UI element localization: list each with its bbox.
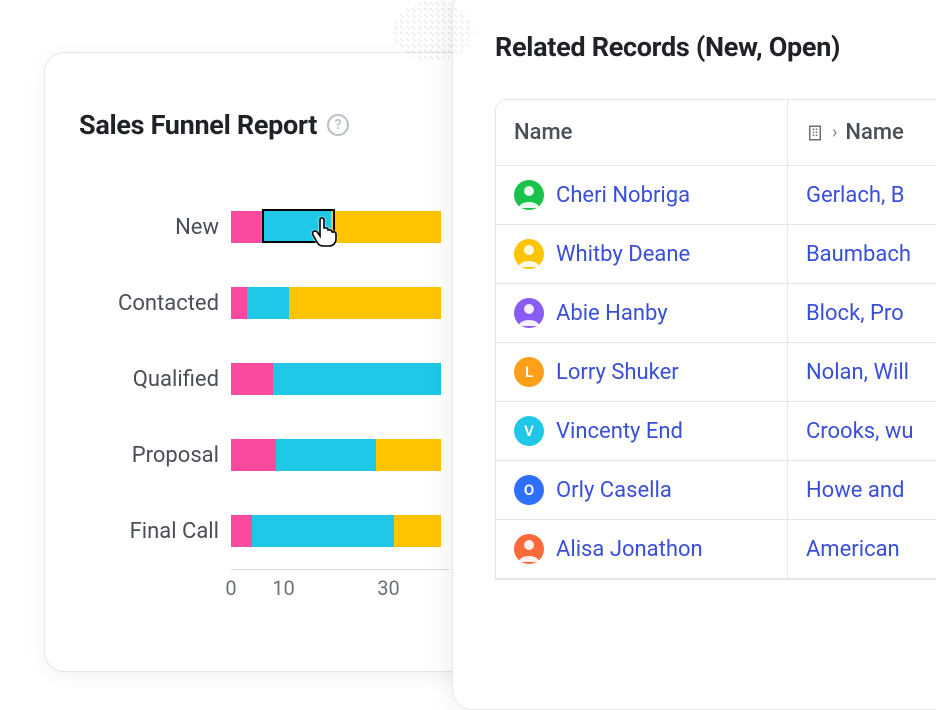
chevron-right-icon: › [832, 122, 837, 143]
chart-row-label: Contacted [79, 291, 219, 316]
chart-bar[interactable] [231, 439, 441, 471]
person-cell[interactable]: Whitby Deane [496, 225, 787, 284]
person-link[interactable]: Cheri Nobriga [556, 183, 690, 208]
company-link[interactable]: Block, Pro [806, 301, 904, 326]
chart-bar[interactable] [231, 211, 441, 243]
chart-segment-pink[interactable] [231, 363, 273, 395]
person-cell[interactable]: Alisa Jonathon [496, 520, 787, 579]
column-header-name-label: Name [514, 120, 572, 145]
building-icon [806, 124, 824, 142]
report-title: Sales Funnel Report [79, 109, 317, 141]
company-link[interactable]: Nolan, Will [806, 360, 909, 385]
avatar [514, 298, 544, 328]
company-link[interactable]: Baumbach [806, 242, 911, 267]
related-records-card: Related Records (New, Open) Name [452, 0, 936, 710]
chart-segment-cyan[interactable] [247, 287, 289, 319]
avatar [514, 180, 544, 210]
company-cell[interactable]: Baumbach [787, 225, 936, 284]
table-row[interactable]: V Vincenty End Crooks, wu [496, 402, 936, 461]
person-link[interactable]: Lorry Shuker [556, 360, 679, 385]
table-row[interactable]: Whitby Deane Baumbach [496, 225, 936, 284]
avatar: O [514, 475, 544, 505]
table-row[interactable]: Alisa Jonathon American [496, 520, 936, 579]
avatar: L [514, 357, 544, 387]
company-link[interactable]: American [806, 537, 900, 562]
table-row[interactable]: Cheri Nobriga Gerlach, B [496, 166, 936, 225]
table-row[interactable]: Abie Hanby Block, Pro [496, 284, 936, 343]
chart-segment-yellow[interactable] [331, 211, 441, 243]
person-link[interactable]: Whitby Deane [556, 242, 690, 267]
chart-row-label: Proposal [79, 443, 219, 468]
records-title: Related Records (New, Open) [495, 31, 936, 63]
avatar [514, 534, 544, 564]
person-link[interactable]: Alisa Jonathon [556, 537, 703, 562]
column-header-company[interactable]: › Name [787, 100, 936, 166]
chart-segment-cyan[interactable] [273, 363, 441, 395]
chart-row-label: Final Call [79, 519, 219, 544]
sales-funnel-card: Sales Funnel Report ? NewContactedQualif… [44, 52, 484, 672]
company-cell[interactable]: Crooks, wu [787, 402, 936, 461]
chart-bar[interactable] [231, 287, 441, 319]
chart-row[interactable]: New [231, 189, 449, 265]
x-axis-tick: 10 [272, 576, 294, 600]
person-cell[interactable]: Cheri Nobriga [496, 166, 787, 225]
x-axis-tick: 30 [377, 576, 399, 600]
person-cell[interactable]: Abie Hanby [496, 284, 787, 343]
company-link[interactable]: Gerlach, B [806, 183, 905, 208]
chart-segment-pink[interactable] [231, 211, 261, 243]
company-link[interactable]: Crooks, wu [806, 419, 914, 444]
chart-row[interactable]: Proposal [231, 417, 449, 493]
company-cell[interactable]: Nolan, Will [787, 343, 936, 402]
person-cell[interactable]: V Vincenty End [496, 402, 787, 461]
table-row[interactable]: O Orly Casella Howe and [496, 461, 936, 520]
avatar: V [514, 416, 544, 446]
column-header-name[interactable]: Name [496, 100, 787, 166]
company-cell[interactable]: Howe and [787, 461, 936, 520]
chart-segment-pink[interactable] [231, 439, 276, 471]
funnel-chart[interactable]: NewContactedQualifiedProposalFinal Call … [79, 189, 449, 649]
person-cell[interactable]: O Orly Casella [496, 461, 787, 520]
records-table: Name › [495, 99, 936, 580]
chart-bar[interactable] [231, 363, 441, 395]
help-icon[interactable]: ? [327, 114, 349, 136]
chart-segment-yellow[interactable] [376, 439, 441, 471]
report-header: Sales Funnel Report ? [79, 109, 449, 141]
person-cell[interactable]: L Lorry Shuker [496, 343, 787, 402]
chart-row[interactable]: Final Call [231, 493, 449, 569]
person-link[interactable]: Vincenty End [556, 419, 683, 444]
chart-segment-cyan[interactable] [252, 515, 394, 547]
person-link[interactable]: Orly Casella [556, 478, 672, 503]
avatar [514, 239, 544, 269]
x-axis-tick: 0 [225, 576, 236, 600]
company-cell[interactable]: Gerlach, B [787, 166, 936, 225]
chart-segment-pink[interactable] [231, 515, 252, 547]
company-cell[interactable]: Block, Pro [787, 284, 936, 343]
chart-segment-cyan[interactable] [261, 211, 331, 243]
chart-x-axis: 01030 [231, 569, 449, 609]
chart-row[interactable]: Contacted [231, 265, 449, 341]
chart-row[interactable]: Qualified [231, 341, 449, 417]
company-cell[interactable]: American [787, 520, 936, 579]
chart-segment-yellow[interactable] [394, 515, 441, 547]
chart-row-label: New [79, 215, 219, 240]
chart-segment-cyan[interactable] [276, 439, 376, 471]
chart-bar[interactable] [231, 515, 441, 547]
chart-segment-yellow[interactable] [289, 287, 441, 319]
company-link[interactable]: Howe and [806, 478, 904, 503]
column-header-company-label: Name [845, 120, 903, 145]
chart-segment-pink[interactable] [231, 287, 247, 319]
chart-row-label: Qualified [79, 367, 219, 392]
table-row[interactable]: L Lorry Shuker Nolan, Will [496, 343, 936, 402]
person-link[interactable]: Abie Hanby [556, 301, 668, 326]
